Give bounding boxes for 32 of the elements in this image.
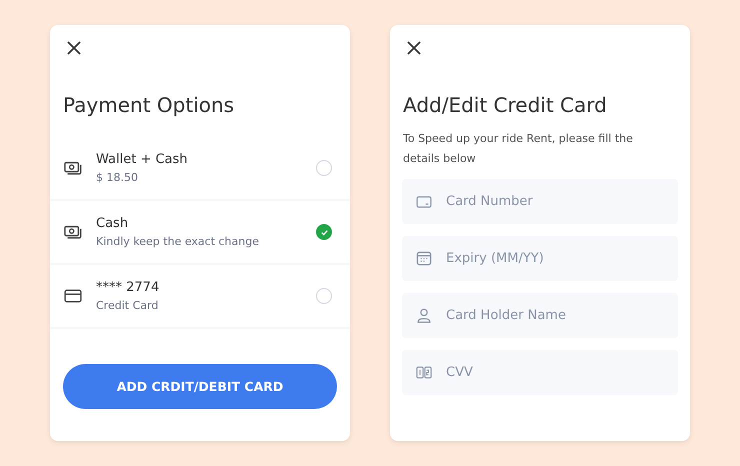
add-card-button[interactable]: ADD CRDIT/DEBIT CARD — [63, 364, 337, 409]
payment-option[interactable]: Wallet + Cash $ 18.50 — [50, 137, 350, 201]
input-field[interactable]: Card Number — [402, 179, 678, 224]
credit-card-icon — [64, 289, 82, 303]
option-title: Cash — [96, 216, 130, 231]
input-field[interactable]: CVV — [402, 350, 678, 395]
cash-icon — [64, 160, 82, 176]
form-description: To Speed up your ride Rent, please fill the details below — [403, 131, 634, 167]
cash-icon — [64, 224, 82, 240]
option-title: **** 2774 — [96, 280, 160, 295]
text-input[interactable]: Expiry (MM/YY) — [446, 251, 664, 266]
radio-button[interactable] — [316, 224, 332, 240]
option-subtitle: $ 18.50 — [96, 171, 139, 184]
text-input[interactable]: Card Holder Name — [446, 308, 664, 323]
close-icon[interactable] — [66, 40, 82, 56]
text-input[interactable]: Card Number — [446, 194, 664, 209]
payment-option[interactable]: **** 2774 Credit Card — [50, 265, 350, 329]
calendar-icon — [416, 251, 432, 266]
person-icon — [416, 308, 432, 324]
option-subtitle: Credit Card — [96, 299, 160, 312]
text-input[interactable]: CVV — [446, 365, 664, 380]
close-icon[interactable] — [406, 40, 422, 56]
option-subtitle: Kindly keep the exact change — [96, 235, 260, 248]
panel-title: Add/Edit Credit Card — [403, 93, 608, 117]
cvv-icon — [416, 366, 432, 379]
credit-card-icon — [416, 196, 432, 208]
panel-title: Payment Options — [63, 93, 236, 117]
input-field[interactable]: Card Holder Name — [402, 293, 678, 338]
check-icon — [320, 228, 328, 236]
payment-option[interactable]: Cash Kindly keep the exact change — [50, 201, 350, 265]
input-field[interactable]: Expiry (MM/YY) — [402, 236, 678, 281]
option-title: Wallet + Cash — [96, 152, 189, 167]
